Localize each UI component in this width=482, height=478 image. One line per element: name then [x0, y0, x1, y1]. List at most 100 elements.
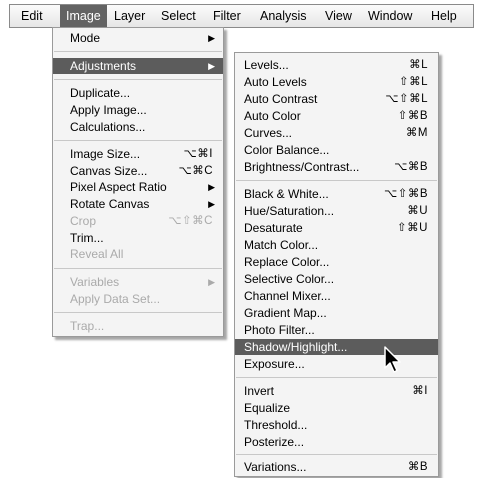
menu-separator	[54, 51, 222, 52]
menu-analysis[interactable]: Analysis	[260, 9, 307, 23]
menu-item-label: Canvas Size...	[70, 164, 148, 178]
menu-item-label: Black & White...	[244, 187, 329, 201]
menu-item-label: Desaturate	[244, 221, 303, 235]
menu-item-canvas-size[interactable]: Canvas Size... ⌥⌘C	[53, 163, 223, 179]
menu-item-label: Variables	[70, 275, 120, 289]
menu-item-adjustments[interactable]: Adjustments ▶	[53, 58, 223, 74]
submenu-arrow-icon: ▶	[208, 199, 215, 209]
menu-item-label: Apply Data Set...	[70, 292, 161, 306]
submenu-arrow-icon: ▶	[208, 277, 215, 287]
menu-select[interactable]: Select	[161, 9, 196, 23]
menu-item-exposure[interactable]: Exposure...	[235, 356, 438, 372]
menu-item-crop[interactable]: Crop ⌥⇧⌘C	[53, 213, 223, 229]
menu-item-label: Equalize	[244, 401, 291, 415]
menu-item-photo-filter[interactable]: Photo Filter...	[235, 322, 438, 338]
menu-item-label: Color Balance...	[244, 143, 330, 157]
menu-item-variations[interactable]: Variations... ⌘B	[235, 459, 438, 475]
menu-item-posterize[interactable]: Posterize...	[235, 434, 438, 450]
menu-item-apply-data-set[interactable]: Apply Data Set...	[53, 291, 223, 307]
menu-item-label: Posterize...	[244, 435, 305, 449]
shortcut-label: ⌘M	[405, 127, 428, 139]
menu-item-label: Invert	[244, 384, 275, 398]
menu-bar: Edit Image Layer Select Filter Analysis …	[9, 4, 474, 28]
menu-item-label: Match Color...	[244, 238, 319, 252]
menu-item-label: Calculations...	[70, 120, 146, 134]
menu-item-label: Replace Color...	[244, 255, 330, 269]
menu-item-duplicate[interactable]: Duplicate...	[53, 85, 223, 101]
menu-item-channel-mixer[interactable]: Channel Mixer...	[235, 288, 438, 304]
menu-item-calculations[interactable]: Calculations...	[53, 119, 223, 135]
menu-item-pixel-aspect-ratio[interactable]: Pixel Aspect Ratio ▶	[53, 179, 223, 195]
menu-item-trim[interactable]: Trim...	[53, 230, 223, 246]
menu-item-image-size[interactable]: Image Size... ⌥⌘I	[53, 146, 223, 162]
menu-layer[interactable]: Layer	[114, 9, 145, 23]
menu-item-threshold[interactable]: Threshold...	[235, 417, 438, 433]
mouse-pointer-icon	[384, 346, 401, 373]
menu-item-reveal-all[interactable]: Reveal All	[53, 246, 223, 262]
menu-window[interactable]: Window	[368, 9, 412, 23]
menu-item-label: Levels...	[244, 58, 289, 72]
submenu-arrow-icon: ▶	[208, 182, 215, 192]
menu-item-hue-saturation[interactable]: Hue/Saturation... ⌘U	[235, 203, 438, 219]
submenu-arrow-icon: ▶	[208, 61, 215, 71]
adjustments-submenu: Levels... ⌘L Auto Levels ⇧⌘L Auto Contra…	[234, 52, 439, 477]
menu-image[interactable]: Image	[60, 5, 107, 27]
menu-item-desaturate[interactable]: Desaturate ⇧⌘U	[235, 220, 438, 236]
image-menu-dropdown: Mode ▶ Adjustments ▶ Duplicate... Apply …	[52, 27, 224, 337]
menu-item-auto-levels[interactable]: Auto Levels ⇧⌘L	[235, 74, 438, 90]
menu-item-label: Reveal All	[70, 247, 124, 261]
menu-item-label: Brightness/Contrast...	[244, 160, 360, 174]
menu-item-color-balance[interactable]: Color Balance...	[235, 142, 438, 158]
shortcut-label: ⌥⌘I	[183, 148, 213, 160]
menu-item-label: Rotate Canvas	[70, 197, 150, 211]
menu-item-label: Curves...	[244, 126, 293, 140]
shortcut-label: ⇧⌘L	[398, 76, 428, 88]
menu-item-auto-color[interactable]: Auto Color ⇧⌘B	[235, 108, 438, 124]
menu-item-label: Selective Color...	[244, 272, 335, 286]
menu-separator	[236, 377, 437, 378]
menu-item-label: Auto Contrast	[244, 92, 318, 106]
menu-item-selective-color[interactable]: Selective Color...	[235, 271, 438, 287]
menu-item-brightness-contrast[interactable]: Brightness/Contrast... ⌥⌘B	[235, 159, 438, 175]
menu-item-levels[interactable]: Levels... ⌘L	[235, 57, 438, 73]
menu-item-mode[interactable]: Mode ▶	[53, 30, 223, 46]
menu-item-label: Threshold...	[244, 418, 308, 432]
shortcut-label: ⇧⌘U	[397, 222, 428, 234]
menu-item-invert[interactable]: Invert ⌘I	[235, 383, 438, 399]
menu-item-label: Pixel Aspect Ratio	[70, 180, 167, 194]
menu-item-curves[interactable]: Curves... ⌘M	[235, 125, 438, 141]
menu-item-equalize[interactable]: Equalize	[235, 400, 438, 416]
menu-item-variables[interactable]: Variables ▶	[53, 274, 223, 290]
menu-item-label: Mode	[70, 31, 101, 45]
shortcut-label: ⌥⇧⌘L	[385, 93, 428, 105]
menu-item-label: Auto Levels	[244, 75, 307, 89]
menu-help[interactable]: Help	[431, 9, 457, 23]
menu-item-apply-image[interactable]: Apply Image...	[53, 102, 223, 118]
menu-edit[interactable]: Edit	[21, 9, 43, 23]
menu-view[interactable]: View	[325, 9, 352, 23]
menu-item-black-white[interactable]: Black & White... ⌥⇧⌘B	[235, 186, 438, 202]
menu-item-label: Channel Mixer...	[244, 289, 331, 303]
menu-item-label: Trap...	[70, 319, 105, 333]
menu-item-match-color[interactable]: Match Color...	[235, 237, 438, 253]
menu-item-rotate-canvas[interactable]: Rotate Canvas ▶	[53, 196, 223, 212]
menu-filter[interactable]: Filter	[213, 9, 241, 23]
shortcut-label: ⌥⌘C	[178, 165, 213, 177]
shortcut-label: ⇧⌘B	[397, 110, 428, 122]
menu-item-replace-color[interactable]: Replace Color...	[235, 254, 438, 270]
menu-item-label: Trim...	[70, 231, 104, 245]
menu-item-gradient-map[interactable]: Gradient Map...	[235, 305, 438, 321]
menu-separator	[236, 454, 437, 455]
shortcut-label: ⌘B	[407, 461, 428, 473]
submenu-arrow-icon: ▶	[208, 33, 215, 43]
menu-item-trap[interactable]: Trap...	[53, 318, 223, 334]
menu-item-shadow-highlight[interactable]: Shadow/Highlight...	[235, 339, 438, 355]
shortcut-label: ⌘L	[409, 59, 428, 71]
menu-separator	[54, 312, 222, 313]
shortcut-label: ⌘U	[407, 205, 428, 217]
menu-item-label: Apply Image...	[70, 103, 147, 117]
menu-item-label: Crop	[70, 214, 97, 228]
menu-separator	[54, 140, 222, 141]
menu-separator	[236, 180, 437, 181]
menu-item-auto-contrast[interactable]: Auto Contrast ⌥⇧⌘L	[235, 91, 438, 107]
